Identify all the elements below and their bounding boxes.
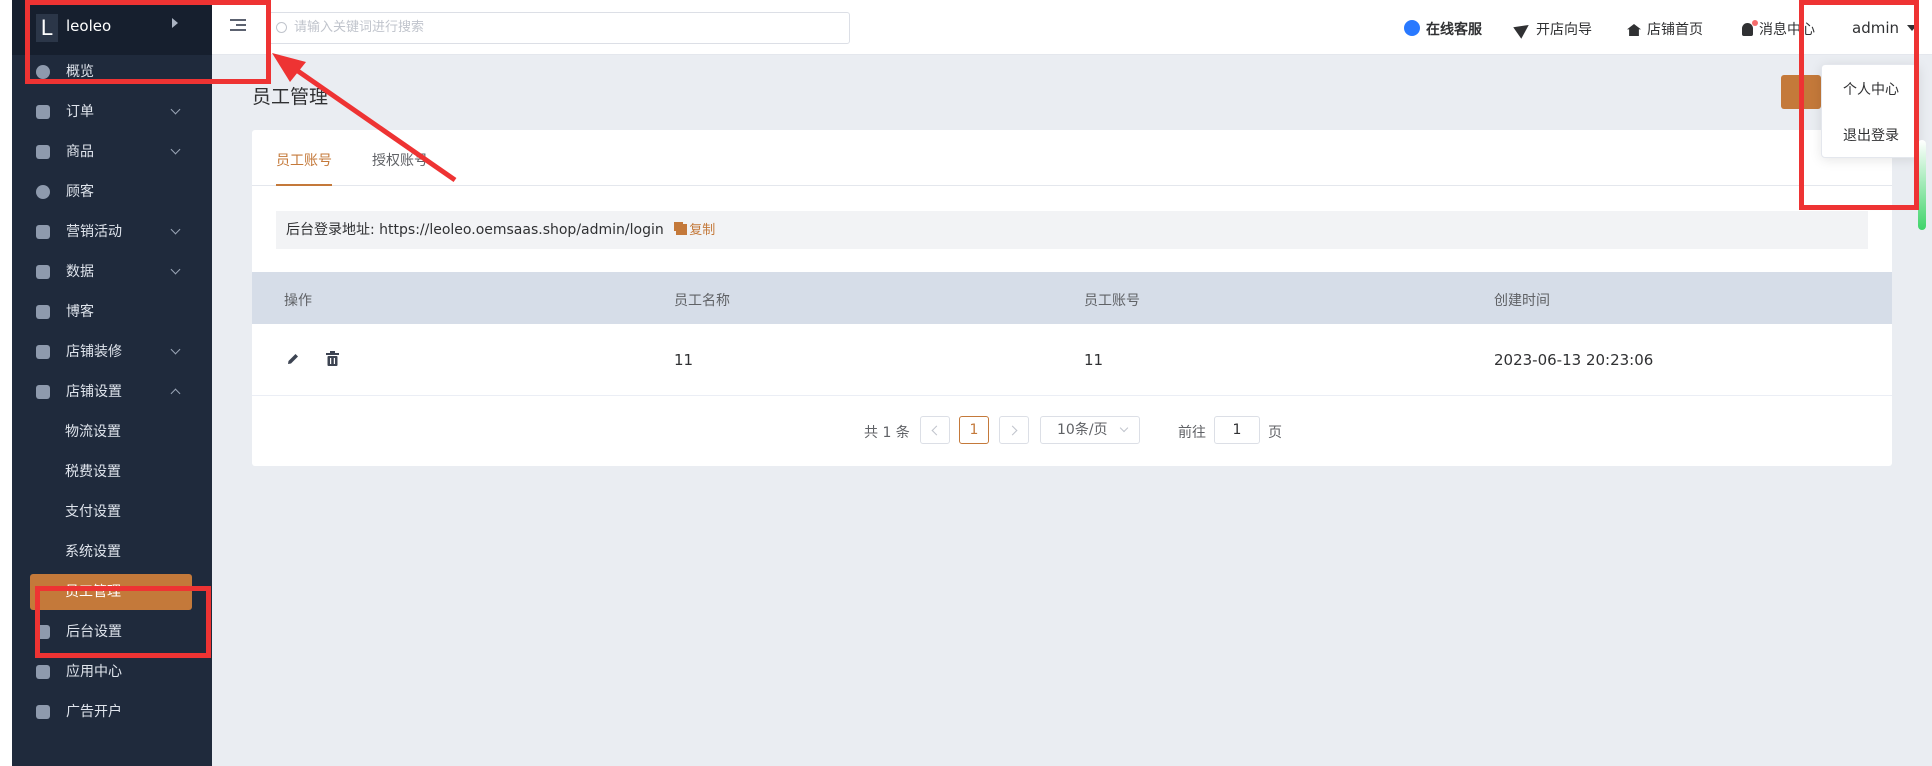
paint-roller-icon	[36, 345, 50, 359]
created-time-cell: 2023-06-13 20:23:06	[1494, 351, 1654, 369]
sidebar-item-label: 博客	[66, 304, 94, 320]
search-input[interactable]: 请输入关键词进行搜索	[267, 12, 850, 44]
sidebar-sub-logistics[interactable]: 物流设置	[12, 412, 212, 452]
trash-icon[interactable]	[326, 351, 339, 366]
sidebar-item-label: 商品	[66, 144, 94, 160]
sidebar-item-blog[interactable]: 博客	[12, 292, 212, 332]
sidebar-item-app-center[interactable]: 应用中心	[12, 652, 212, 692]
sidebar-item-customers[interactable]: 顾客	[12, 172, 212, 212]
chevron-right-icon	[1007, 425, 1018, 436]
page-size-select[interactable]: 10条/页	[1040, 416, 1140, 444]
sidebar-item-ads[interactable]: 广告开户	[12, 692, 212, 732]
table-header: 操作 员工名称 员工账号 创建时间	[252, 272, 1892, 324]
copy-icon[interactable]	[676, 224, 688, 235]
home-icon	[1627, 24, 1641, 36]
shop-home-link[interactable]: 店铺首页	[1627, 19, 1703, 39]
sidebar-item-label: 店铺设置	[66, 384, 122, 400]
sidebar-sub-system[interactable]: 系统设置	[12, 532, 212, 572]
login-url-bar: 后台登录地址: https://leoleo.oemsaas.shop/admi…	[276, 211, 1868, 249]
sidebar-item-label: 应用中心	[66, 664, 122, 680]
staff-account-cell: 11	[1084, 351, 1104, 369]
sidebar-item-products[interactable]: 商品	[12, 132, 212, 172]
pagination-total: 共 1 条	[864, 425, 910, 441]
annotation-highlight-user	[1799, 0, 1919, 210]
page-size-value: 10条/页	[1057, 422, 1108, 438]
online-service-link[interactable]: 在线客服	[1404, 19, 1482, 39]
top-header: 请输入关键词进行搜索 在线客服 开店向导 店铺首页 消息中心 admin	[212, 0, 1932, 55]
column-header: 操作	[284, 293, 312, 309]
shop-home-label: 店铺首页	[1647, 22, 1703, 38]
chevron-left-icon	[931, 425, 942, 436]
page-suffix: 页	[1268, 425, 1282, 441]
annotation-highlight-staff	[35, 586, 211, 658]
sidebar-item-label: 营销活动	[66, 224, 122, 240]
chevron-down-icon	[1119, 423, 1129, 433]
content-card: 员工账号 授权账号 后台登录地址: https://leoleo.oemsaas…	[252, 130, 1892, 466]
bar-chart-icon	[36, 265, 50, 279]
order-icon	[36, 105, 50, 119]
box-icon	[36, 145, 50, 159]
blog-icon	[36, 305, 50, 319]
sidebar-item-label: 数据	[66, 264, 94, 280]
column-header: 员工账号	[1084, 293, 1140, 309]
pagination: 共 1 条 1 10条/页 前往 1 页	[252, 416, 1892, 446]
login-url-text: 后台登录地址: https://leoleo.oemsaas.shop/admi…	[286, 222, 664, 238]
chevron-down-icon	[170, 344, 181, 355]
wrench-icon	[36, 665, 50, 679]
store-settings-icon	[36, 385, 50, 399]
chevron-down-icon	[170, 264, 181, 275]
goto-page-input[interactable]: 1	[1214, 416, 1260, 444]
paper-plane-icon	[1513, 19, 1533, 39]
sidebar-item-label: 广告开户	[66, 704, 122, 720]
ads-icon	[36, 705, 50, 719]
chevron-up-icon	[170, 388, 181, 399]
notification-dot	[1752, 20, 1758, 26]
sidebar-item-orders[interactable]: 订单	[12, 92, 212, 132]
column-header: 员工名称	[674, 293, 730, 309]
sidebar-sub-tax[interactable]: 税费设置	[12, 452, 212, 492]
staff-name-cell: 11	[674, 351, 694, 369]
sidebar-item-data[interactable]: 数据	[12, 252, 212, 292]
goto-label: 前往	[1178, 425, 1206, 441]
annotation-arrow	[272, 53, 457, 183]
sidebar-item-marketing[interactable]: 营销活动	[12, 212, 212, 252]
chevron-down-icon	[170, 104, 181, 115]
chevron-down-icon	[170, 144, 181, 155]
annotation-highlight-brand	[25, 0, 271, 84]
edit-icon[interactable]	[286, 352, 300, 366]
page-number-current[interactable]: 1	[959, 416, 989, 444]
online-service-label: 在线客服	[1426, 22, 1482, 38]
left-gutter	[0, 0, 12, 766]
sidebar-item-label: 顾客	[66, 184, 94, 200]
sidebar-item-label: 店铺装修	[66, 344, 122, 360]
scrollbar-thumb[interactable]	[1918, 140, 1926, 230]
next-page-button[interactable]	[999, 416, 1029, 444]
bell-icon	[1742, 20, 1758, 36]
shop-guide-link[interactable]: 开店向导	[1513, 19, 1592, 39]
online-service-icon	[1404, 20, 1420, 36]
sidebar-item-store-decoration[interactable]: 店铺装修	[12, 332, 212, 372]
table-row: 11 11 2023-06-13 20:23:06	[252, 324, 1892, 396]
sidebar-sub-payment[interactable]: 支付设置	[12, 492, 212, 532]
prev-page-button[interactable]	[920, 416, 950, 444]
copy-button[interactable]: 复制	[689, 223, 715, 238]
shop-guide-label: 开店向导	[1536, 22, 1592, 38]
sidebar-item-label: 订单	[66, 104, 94, 120]
column-header: 创建时间	[1494, 293, 1550, 309]
search-icon	[276, 22, 287, 33]
sidebar-item-store-settings[interactable]: 店铺设置	[12, 372, 212, 412]
user-icon	[36, 185, 50, 199]
tabs: 员工账号 授权账号	[252, 130, 1892, 186]
tag-icon	[36, 225, 50, 239]
chevron-down-icon	[170, 224, 181, 235]
